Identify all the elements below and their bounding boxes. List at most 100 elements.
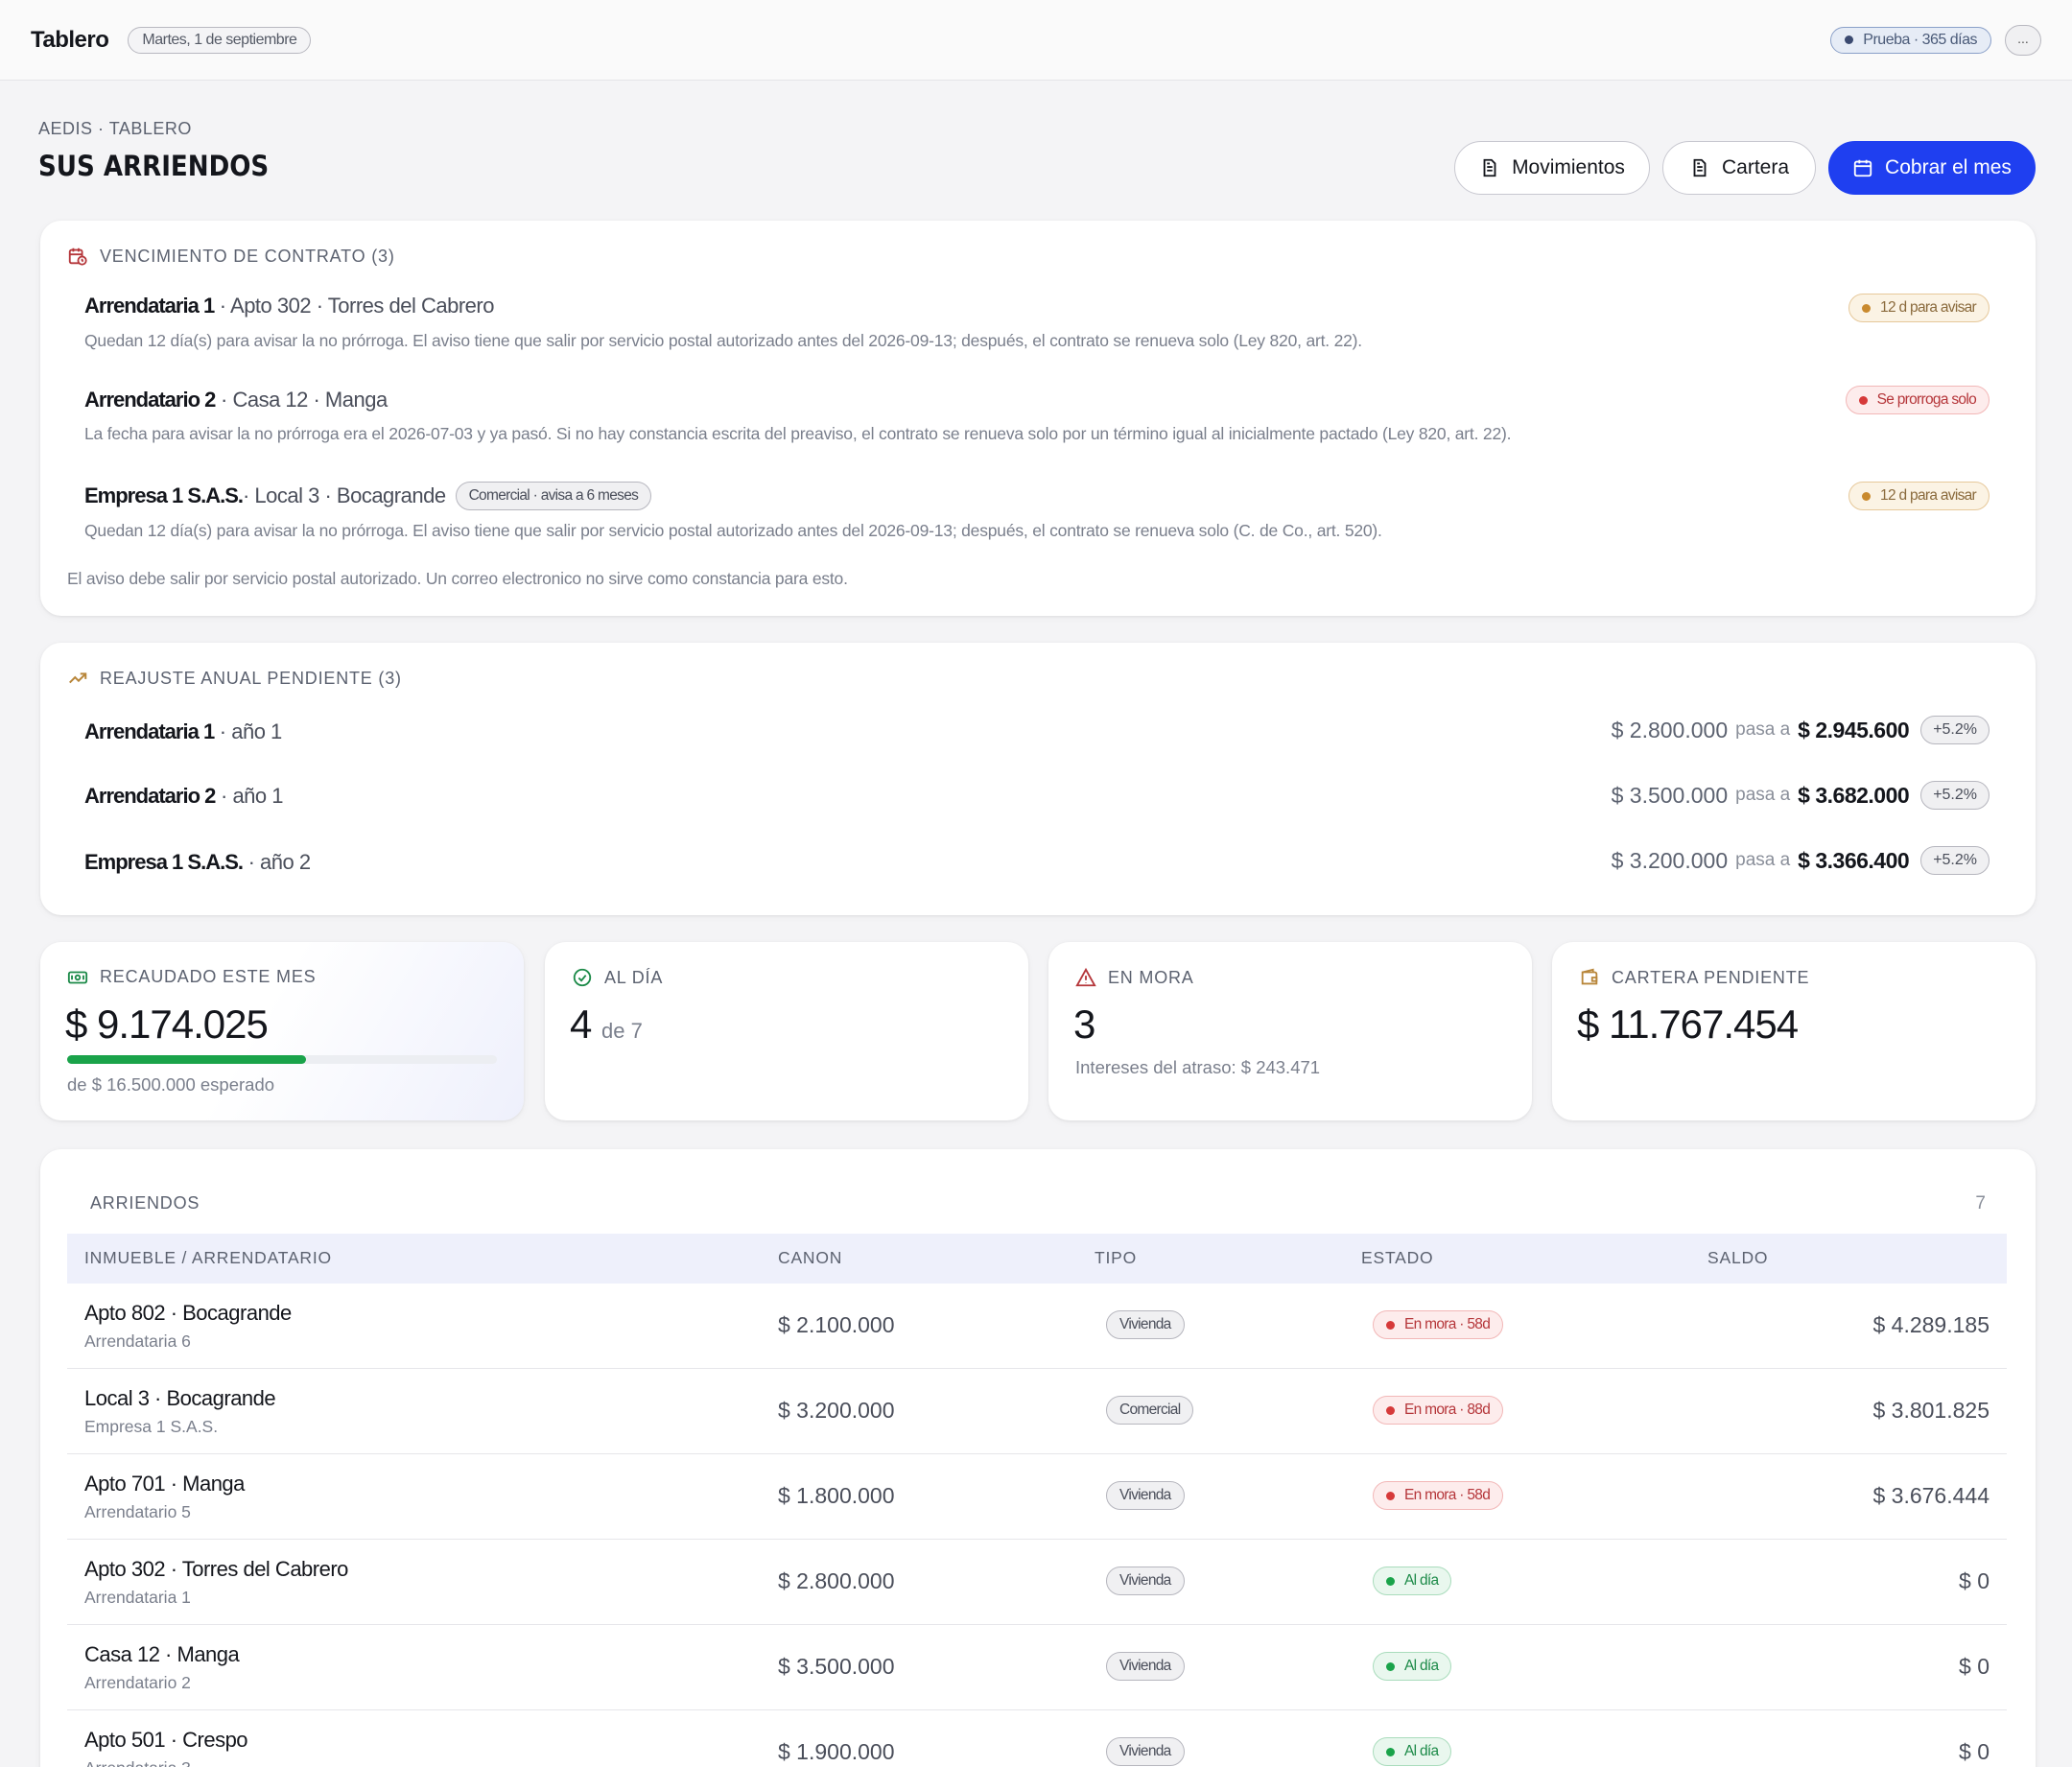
venc-item-1-badge-text: 12 d para avisar [1880,299,1977,316]
page-title: SUS ARRIENDOS [38,150,270,182]
mora-card: EN MORA 3 Intereses del atraso: $ 243.47… [1048,942,1532,1120]
status-dot-icon [1386,1576,1395,1586]
venc-item-2-name: Arrendatario 2 [84,388,216,412]
col-saldo[interactable]: SALDO [1707,1248,1768,1268]
row-saldo: $ 0 [1959,1739,1990,1764]
mora-sub: Intereses del atraso: $ 243.471 [1075,1057,1321,1077]
row-canon: $ 1.800.000 [778,1483,895,1508]
reaj-item-1-pct: +5.2% [1920,716,1990,744]
row-estado-text: En mora · 58d [1404,1487,1491,1503]
table-row[interactable]: Apto 501 · Crespo Arrendataria 3 $ 1.900… [67,1710,2007,1767]
trial-label: Prueba · 365 días [1863,31,1977,48]
venc-item-2-title[interactable]: Arrendatario 2 · Casa 12 · Manga [84,388,388,412]
venc-item-1-place: · Apto 302 · Torres del Cabrero [214,294,495,318]
row-saldo: $ 0 [1959,1568,1990,1593]
date-pill: Martes, 1 de septiembre [128,26,312,54]
status-dot-icon [1386,1747,1395,1756]
reaj-item-3[interactable]: Empresa 1 S.A.S. · año 2 [84,850,311,875]
top-right: Prueba · 365 días ... [1830,24,2041,56]
aldia-card: AL DÍA 4 de 7 [545,942,1028,1120]
venc-item-3-name: Empresa 1 S.A.S. [84,483,244,507]
status-dot-icon [1386,1491,1395,1500]
row-estado-text: Al día [1404,1572,1439,1589]
table-row[interactable]: Apto 802 · Bocagrande Arrendataria 6 $ 2… [67,1284,2007,1369]
row-canon: $ 2.800.000 [778,1568,895,1593]
row-arrendatario: Arrendatario 2 [84,1673,191,1692]
status-dot-icon [1386,1661,1395,1671]
row-tipo-badge: Vivienda [1106,1737,1185,1766]
row-inmueble: Apto 701 · Manga [84,1472,245,1496]
warning-icon [1075,967,1096,987]
top-title: Tablero [31,26,109,53]
reaj-item-3-pct: +5.2% [1920,846,1990,875]
table-row[interactable]: Casa 12 · Manga Arrendatario 2 $ 3.500.0… [67,1625,2007,1710]
reaj-item-2-new: $ 3.682.000 [1798,782,1910,808]
col-canon[interactable]: CANON [778,1248,842,1268]
row-inmueble: Apto 302 · Torres del Cabrero [84,1557,348,1581]
more-button[interactable]: ... [2005,24,2041,56]
row-estado-badge: Al día [1373,1567,1452,1595]
cartera-label: CARTERA PENDIENTE [1579,967,1809,988]
reaj-item-1-values: $ 2.800.000 pasa a $ 2.945.600 +5.2% [1612,716,1990,744]
reaj-pasa-label: pasa a [1735,719,1791,740]
vencimiento-card: VENCIMIENTO DE CONTRATO (3) Arrendataria… [40,221,2036,616]
recaudado-label-text: RECAUDADO ESTE MES [100,967,317,986]
cobrar-mes-label: Cobrar el mes [1885,156,2012,178]
row-estado-text: Al día [1404,1743,1439,1759]
venc-item-3-badge-text: 12 d para avisar [1880,487,1977,504]
status-dot-icon [1386,1405,1395,1415]
table-row[interactable]: Local 3 · Bocagrande Empresa 1 S.A.S. $ … [67,1369,2007,1454]
venc-item-3-badge: 12 d para avisar [1848,482,1990,510]
venc-item-1-name: Arrendataria 1 [84,294,215,318]
movimientos-label: Movimientos [1512,156,1625,178]
recaudado-card: RECAUDADO ESTE MES $ 9.174.025 de $ 16.5… [40,942,524,1120]
col-tipo[interactable]: TIPO [1095,1248,1137,1268]
recaudado-sub: de $ 16.500.000 esperado [67,1074,275,1095]
cartera-button[interactable]: Cartera [1662,141,1816,195]
reaj-item-1-year: · año 1 [214,719,282,743]
row-tipo-badge: Comercial [1106,1396,1194,1425]
row-inmueble: Casa 12 · Manga [84,1642,240,1666]
trial-pill[interactable]: Prueba · 365 días [1830,26,1991,54]
reaj-item-3-values: $ 3.200.000 pasa a $ 3.366.400 +5.2% [1612,846,1990,875]
vencimiento-title-text: VENCIMIENTO DE CONTRATO (3) [100,246,395,266]
trending-up-icon [69,672,87,684]
col-estado[interactable]: ESTADO [1361,1248,1433,1268]
row-inmueble: Apto 802 · Bocagrande [84,1301,292,1325]
venc-item-2-desc: La fecha para avisar la no prórroga era … [84,424,1512,443]
venc-item-1-title[interactable]: Arrendataria 1 · Apto 302 · Torres del C… [84,294,494,318]
reajuste-title: REAJUSTE ANUAL PENDIENTE (3) [67,668,402,689]
table-row[interactable]: Apto 302 · Torres del Cabrero Arrendatar… [67,1540,2007,1625]
mora-label-text: EN MORA [1108,967,1194,987]
status-dot-icon [1386,1320,1395,1330]
row-tipo-badge: Vivienda [1106,1652,1185,1681]
reaj-item-1[interactable]: Arrendataria 1 · año 1 [84,719,282,744]
recaudado-progress-track [67,1055,497,1064]
table-row[interactable]: Apto 701 · Manga Arrendatario 5 $ 1.800.… [67,1454,2007,1540]
row-canon: $ 3.200.000 [778,1398,895,1423]
row-saldo: $ 3.801.825 [1872,1398,1990,1423]
reaj-item-3-new: $ 3.366.400 [1798,847,1910,873]
reaj-item-1-name: Arrendataria 1 [84,719,215,743]
col-inmueble[interactable]: INMUEBLE / ARRENDATARIO [84,1248,332,1268]
row-arrendatario: Empresa 1 S.A.S. [84,1417,219,1436]
table-header: INMUEBLE / ARRENDATARIO CANON TIPO ESTAD… [67,1234,2007,1284]
reaj-item-3-year: · año 2 [242,850,311,874]
row-arrendatario: Arrendatario 5 [84,1502,191,1521]
reaj-item-1-old: $ 2.800.000 [1611,717,1729,742]
row-inmueble: Local 3 · Bocagrande [84,1386,276,1410]
reaj-item-2-old: $ 3.500.000 [1611,782,1729,808]
row-saldo: $ 4.289.185 [1872,1312,1990,1337]
status-dot-icon [1862,303,1872,313]
vencimiento-note: El aviso debe salir por servicio postal … [67,569,848,588]
aldia-of: de 7 [601,1019,643,1043]
cobrar-mes-button[interactable]: Cobrar el mes [1828,141,2036,195]
row-estado-text: Al día [1404,1658,1439,1674]
document-icon [1483,158,1496,177]
reaj-item-2[interactable]: Arrendatario 2 · año 1 [84,784,283,809]
calendar-icon [1853,159,1872,177]
recaudado-label: RECAUDADO ESTE MES [67,967,316,987]
venc-item-3-title[interactable]: Empresa 1 S.A.S. · Local 3 · Bocagrande C… [84,482,652,510]
movimientos-button[interactable]: Movimientos [1454,141,1650,195]
aldia-count: 4 [570,1001,592,1047]
